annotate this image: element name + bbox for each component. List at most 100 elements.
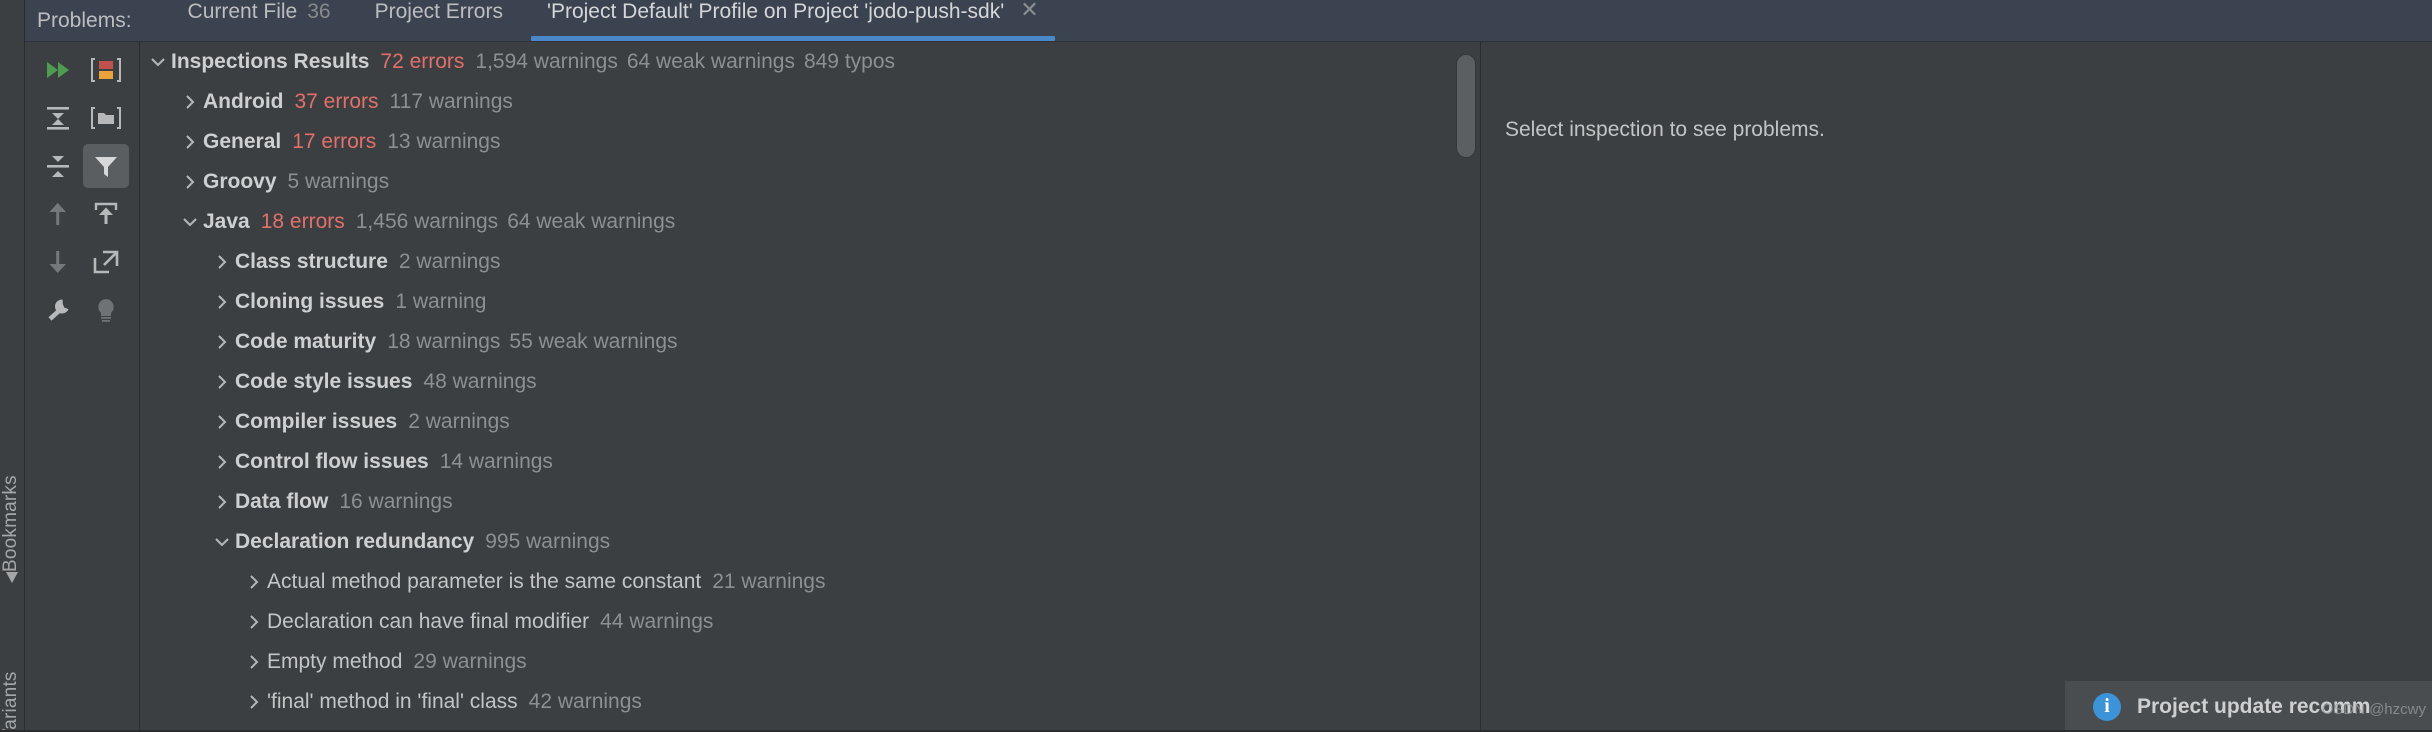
notification-toast[interactable]: i Project update recomm OSDN @hzcwy: [2065, 681, 2432, 732]
tree-row-warning-count: 117 warnings: [389, 90, 513, 113]
chevron-right-icon[interactable]: [177, 162, 203, 202]
tree-row[interactable]: Class structure 2 warnings: [141, 242, 1479, 282]
tree-row[interactable]: Code maturity 18 warnings 55 weak warnings: [141, 322, 1479, 362]
tree-row-warning-count: 2 warnings: [398, 250, 501, 273]
folder-icon: [91, 107, 121, 129]
chevron-right-icon[interactable]: [209, 402, 235, 442]
tab-project-errors-label: Project Errors: [374, 0, 503, 23]
chevron-right-icon[interactable]: [209, 442, 235, 482]
tab-project-default-profile-label: 'Project Default' Profile on Project 'jo…: [546, 0, 1005, 23]
chevron-down-icon[interactable]: [145, 42, 171, 82]
tree-row-label: General: [203, 130, 282, 153]
arrow-up-icon: [49, 203, 66, 225]
export-button[interactable]: [83, 192, 129, 236]
active-tab-underline: [530, 36, 1055, 41]
filter-icon: [95, 157, 117, 177]
chevron-right-icon[interactable]: [241, 562, 267, 602]
tree-row[interactable]: General 17 errors 13 warnings: [141, 122, 1479, 162]
inspection-results-tree[interactable]: Inspections Results 72 errors 1,594 warnin…: [141, 42, 1479, 732]
tree-row-label: Groovy: [203, 170, 277, 193]
expand-all-button[interactable]: [35, 96, 81, 140]
tree-row-warning-count: 849 typos: [803, 50, 896, 73]
tree-row[interactable]: Groovy 5 warnings: [141, 162, 1479, 202]
tree-row-warning-count: 1,594 warnings: [475, 50, 618, 73]
chevron-right-icon[interactable]: [209, 482, 235, 522]
previous-problem-button[interactable]: [35, 192, 81, 236]
chevron-right-icon[interactable]: [209, 362, 235, 402]
watermark-text: OSDN @hzcwy: [2321, 701, 2426, 718]
tree-row[interactable]: Code style issues 48 warnings: [141, 362, 1479, 402]
tree-row-warning-count: 14 warnings: [439, 450, 553, 473]
tree-row-label: Code style issues: [235, 370, 413, 393]
tree-row-warning-count: 995 warnings: [485, 530, 611, 553]
close-icon[interactable]: ✕: [1020, 0, 1038, 21]
problems-tool-window: Bookmarks Build Variants Problems: Curre…: [0, 0, 2432, 732]
tree-row[interactable]: Data flow 16 warnings: [141, 482, 1479, 522]
problems-tab-header: Problems: Current File 36 Project Errors…: [25, 0, 2432, 42]
info-icon: i: [2093, 692, 2121, 721]
chevron-right-icon[interactable]: [241, 642, 267, 682]
tree-row-label: Empty method: [267, 650, 403, 673]
tool-window-button-build-variants[interactable]: Build Variants: [0, 630, 25, 732]
tab-current-file[interactable]: Current File 36: [166, 0, 353, 41]
tree-row[interactable]: Declaration can have final modifier 44 wa…: [141, 602, 1479, 642]
chevron-right-icon[interactable]: [177, 122, 203, 162]
tree-row[interactable]: Cloning issues 1 warning: [141, 282, 1479, 322]
tree-row-warning-count: 2 warnings: [408, 410, 510, 433]
tab-project-errors[interactable]: Project Errors: [353, 0, 525, 41]
chevron-right-icon[interactable]: [209, 282, 235, 322]
export-up-icon: [94, 202, 118, 224]
tree-row[interactable]: Android 37 errors 117 warnings: [141, 82, 1479, 122]
chevron-right-icon[interactable]: [241, 682, 267, 722]
tree-row-label: Code maturity: [235, 330, 377, 353]
collapse-all-button[interactable]: [35, 144, 81, 188]
collapse-all-icon: [47, 156, 69, 177]
group-by-directory-button[interactable]: [83, 96, 129, 140]
inspection-toolbar: [25, 42, 140, 732]
quick-fix-button[interactable]: [83, 288, 129, 332]
tree-row-error-count: 17 errors: [292, 130, 377, 153]
tree-row-label: Declaration can have final modifier: [267, 610, 590, 633]
inspection-detail-panel: Select inspection to see problems.: [1481, 42, 2432, 732]
tree-row-label: 'final' method in 'final' class: [267, 690, 518, 713]
build-variants-label: Build Variants: [0, 671, 21, 732]
tree-row-warning-count: 29 warnings: [413, 650, 527, 673]
tree-scrollbar-thumb[interactable]: [1456, 54, 1476, 158]
page-title: Problems:: [37, 8, 132, 32]
tree-row[interactable]: Actual method parameter is the same cons…: [141, 562, 1479, 602]
rerun-inspections-button[interactable]: [35, 48, 81, 92]
tree-row-warning-count: 64 weak warnings: [626, 50, 795, 73]
chevron-right-icon[interactable]: [209, 322, 235, 362]
filter-button[interactable]: [83, 144, 129, 188]
double-chevron-right-icon: [47, 62, 69, 78]
tree-row-warning-count: 16 warnings: [339, 490, 453, 513]
tree-scrollbar[interactable]: [1452, 42, 1480, 732]
tree-row[interactable]: 'final' method in 'final' class 42 warnin…: [141, 682, 1479, 722]
chevron-down-icon[interactable]: [209, 522, 235, 562]
chevron-right-icon[interactable]: [177, 82, 203, 122]
next-problem-button[interactable]: [35, 240, 81, 284]
open-in-new-window-button[interactable]: [83, 240, 129, 284]
tree-row[interactable]: Declaration redundancy 995 warnings: [141, 522, 1479, 562]
chevron-right-icon[interactable]: [241, 602, 267, 642]
tree-row[interactable]: Inspections Results 72 errors 1,594 warnin…: [141, 42, 1479, 82]
bookmarks-label: Bookmarks: [0, 475, 21, 572]
chevron-down-icon[interactable]: [177, 202, 203, 242]
tree-row[interactable]: Compiler issues 2 warnings: [141, 402, 1479, 442]
inspection-settings-button[interactable]: [35, 288, 81, 332]
tree-row-warning-count: 13 warnings: [387, 130, 501, 153]
chevron-right-icon[interactable]: [209, 242, 235, 282]
tree-row-label: Actual method parameter is the same cons…: [267, 570, 702, 593]
severity-grouping-button[interactable]: [83, 48, 129, 92]
tree-row[interactable]: Control flow issues 14 warnings: [141, 442, 1479, 482]
tree-row-label: Android: [203, 90, 284, 113]
tree-row-label: Control flow issues: [235, 450, 429, 473]
severity-box-icon: [91, 58, 121, 82]
tab-project-default-profile[interactable]: 'Project Default' Profile on Project 'jo…: [525, 0, 1061, 41]
tree-row[interactable]: Empty method 29 warnings: [141, 642, 1479, 682]
lightbulb-icon: [98, 299, 114, 322]
tree-row[interactable]: Java 18 errors 1,456 warnings 64 weak warni…: [141, 202, 1479, 242]
left-tool-window-strip: Bookmarks Build Variants: [0, 0, 25, 732]
tree-row-warning-count: 48 warnings: [423, 370, 537, 393]
tool-window-button-bookmarks[interactable]: Bookmarks: [0, 422, 25, 572]
